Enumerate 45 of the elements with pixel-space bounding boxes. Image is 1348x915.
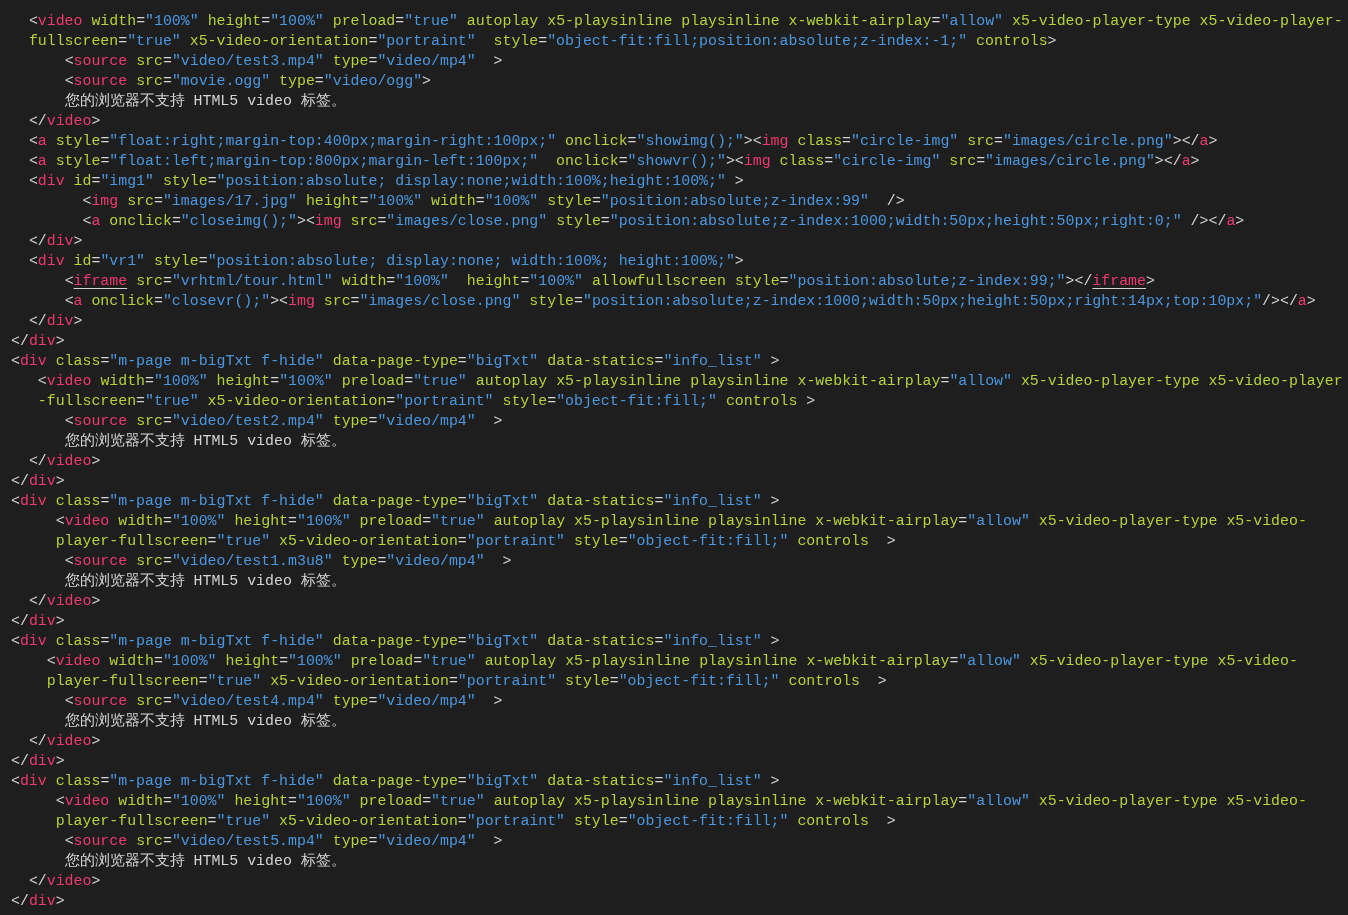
code-line: <div id="img1" style="position:absolute; display:none;width:100%;height:100%;" > xyxy=(27,172,744,191)
code-line: </video> xyxy=(27,112,101,131)
code-line: <div class="m-page m-bigTxt f-hide" data-page-type="bigTxt" data-statics="info_list" > xyxy=(11,632,780,651)
code-line: <a onclick="closeimg();"><img src="images/close.png" style="position:absolute;z-index:1000;width:50px;height:50px;right:0;" /></a> xyxy=(81,212,1245,231)
code-line: 您的浏览器不支持 HTML5 video 标签。 xyxy=(63,711,346,731)
code-line: <source src="video/test4.mp4" type="video/mp4" > xyxy=(63,692,503,711)
code-line: player-fullscreen="true" x5-video-orientation="portraint" style="object-fit:fill;" controls > xyxy=(54,812,896,831)
code-line: <source src="video/test2.mp4" type="video/mp4" > xyxy=(63,412,503,431)
code-line: </video> xyxy=(27,732,101,751)
code-line: <video width="100%" height="100%" preload="true" autoplay x5-playsinline playsinline x-webkit-airplay="allow" x5-video-player-type x5-video-player xyxy=(36,372,1343,391)
code-line: <source src="movie.ogg" type="video/ogg"> xyxy=(63,72,432,91)
code-line: <div class="m-page m-bigTxt f-hide" data-page-type="bigTxt" data-statics="info_list" > xyxy=(11,772,780,791)
code-line: -fullscreen="true" x5-video-orientation="portraint" style="object-fit:fill;" controls > xyxy=(36,392,816,411)
code-line: <source src="video/test5.mp4" type="video/mp4" > xyxy=(63,832,503,851)
code-line: </div> xyxy=(11,892,65,911)
code-line: <video width="100%" height="100%" preload="true" autoplay x5-playsinline playsinline x-webkit-airplay="allow" x5-video-player-type x5-video- xyxy=(54,792,1307,811)
code-line: </video> xyxy=(27,452,101,471)
code-line: <img src="images/17.jpg" height="100%" width="100%" style="position:absolute;z-index:99" /> xyxy=(81,192,905,211)
code-line: <video width="100%" height="100%" preload="true" autoplay x5-playsinline playsinline x-webkit-airplay="allow" x5-video-player-type x5-video-player- xyxy=(27,12,1343,31)
code-line: <div class="m-page m-bigTxt f-hide" data-page-type="bigTxt" data-statics="info_list" > xyxy=(11,492,780,511)
code-line: <video width="100%" height="100%" preload="true" autoplay x5-playsinline playsinline x-webkit-airplay="allow" x5-video-player-type x5-video- xyxy=(45,652,1298,671)
code-line: <iframe src="vrhtml/tour.html" width="100%" height="100%" allowfullscreen style="position:absolute;z-index:99;"></iframe> xyxy=(63,272,1155,291)
code-line: <a style="float:left;margin-top:800px;margin-left:100px;" onclick="showvr();"><img class="circle-img" src="images/circle.png"></a> xyxy=(27,152,1200,171)
code-line: <source src="video/test3.mp4" type="video/mp4" > xyxy=(63,52,503,71)
code-line: player-fullscreen="true" x5-video-orientation="portraint" style="object-fit:fill;" controls > xyxy=(45,672,887,691)
code-line: 您的浏览器不支持 HTML5 video 标签。 xyxy=(63,431,346,451)
code-line: <div id="vr1" style="position:absolute; display:none; width:100%; height:100%;"> xyxy=(27,252,744,271)
code-line: </div> xyxy=(27,232,83,251)
code-line: <div class="m-page m-bigTxt f-hide" data-page-type="bigTxt" data-statics="info_list" > xyxy=(11,352,780,371)
code-line: 您的浏览器不支持 HTML5 video 标签。 xyxy=(63,851,346,871)
code-line: <source src="video/test1.m3u8" type="video/mp4" > xyxy=(63,552,512,571)
code-line: </div> xyxy=(11,752,65,771)
code-line: </div> xyxy=(27,312,83,331)
code-line: 您的浏览器不支持 HTML5 video 标签。 xyxy=(63,91,346,111)
code-line: </video> xyxy=(27,592,101,611)
code-line: fullscreen="true" x5-video-orientation="portraint" style="object-fit:fill;position:absolute;z-index:-1;" controls> xyxy=(27,32,1057,51)
code-line: </div> xyxy=(11,612,65,631)
code-line: </div> xyxy=(11,332,65,351)
code-line: player-fullscreen="true" x5-video-orientation="portraint" style="object-fit:fill;" controls > xyxy=(54,532,896,551)
code-line: </div> xyxy=(11,472,65,491)
code-line: <a onclick="closevr();"><img src="images/close.png" style="position:absolute;z-index:1000;width:50px;height:50px;right:14px;top:10px;"/></a> xyxy=(63,292,1316,311)
code-line: </video> xyxy=(27,872,101,891)
code-line: 您的浏览器不支持 HTML5 video 标签。 xyxy=(63,571,346,591)
code-line: <video width="100%" height="100%" preload="true" autoplay x5-playsinline playsinline x-webkit-airplay="allow" x5-video-player-type x5-video- xyxy=(54,512,1307,531)
code-line: <a style="float:right;margin-top:400px;margin-right:100px;" onclick="showimg();"><img class="circle-img" src="images/circle.png"></a> xyxy=(27,132,1218,151)
